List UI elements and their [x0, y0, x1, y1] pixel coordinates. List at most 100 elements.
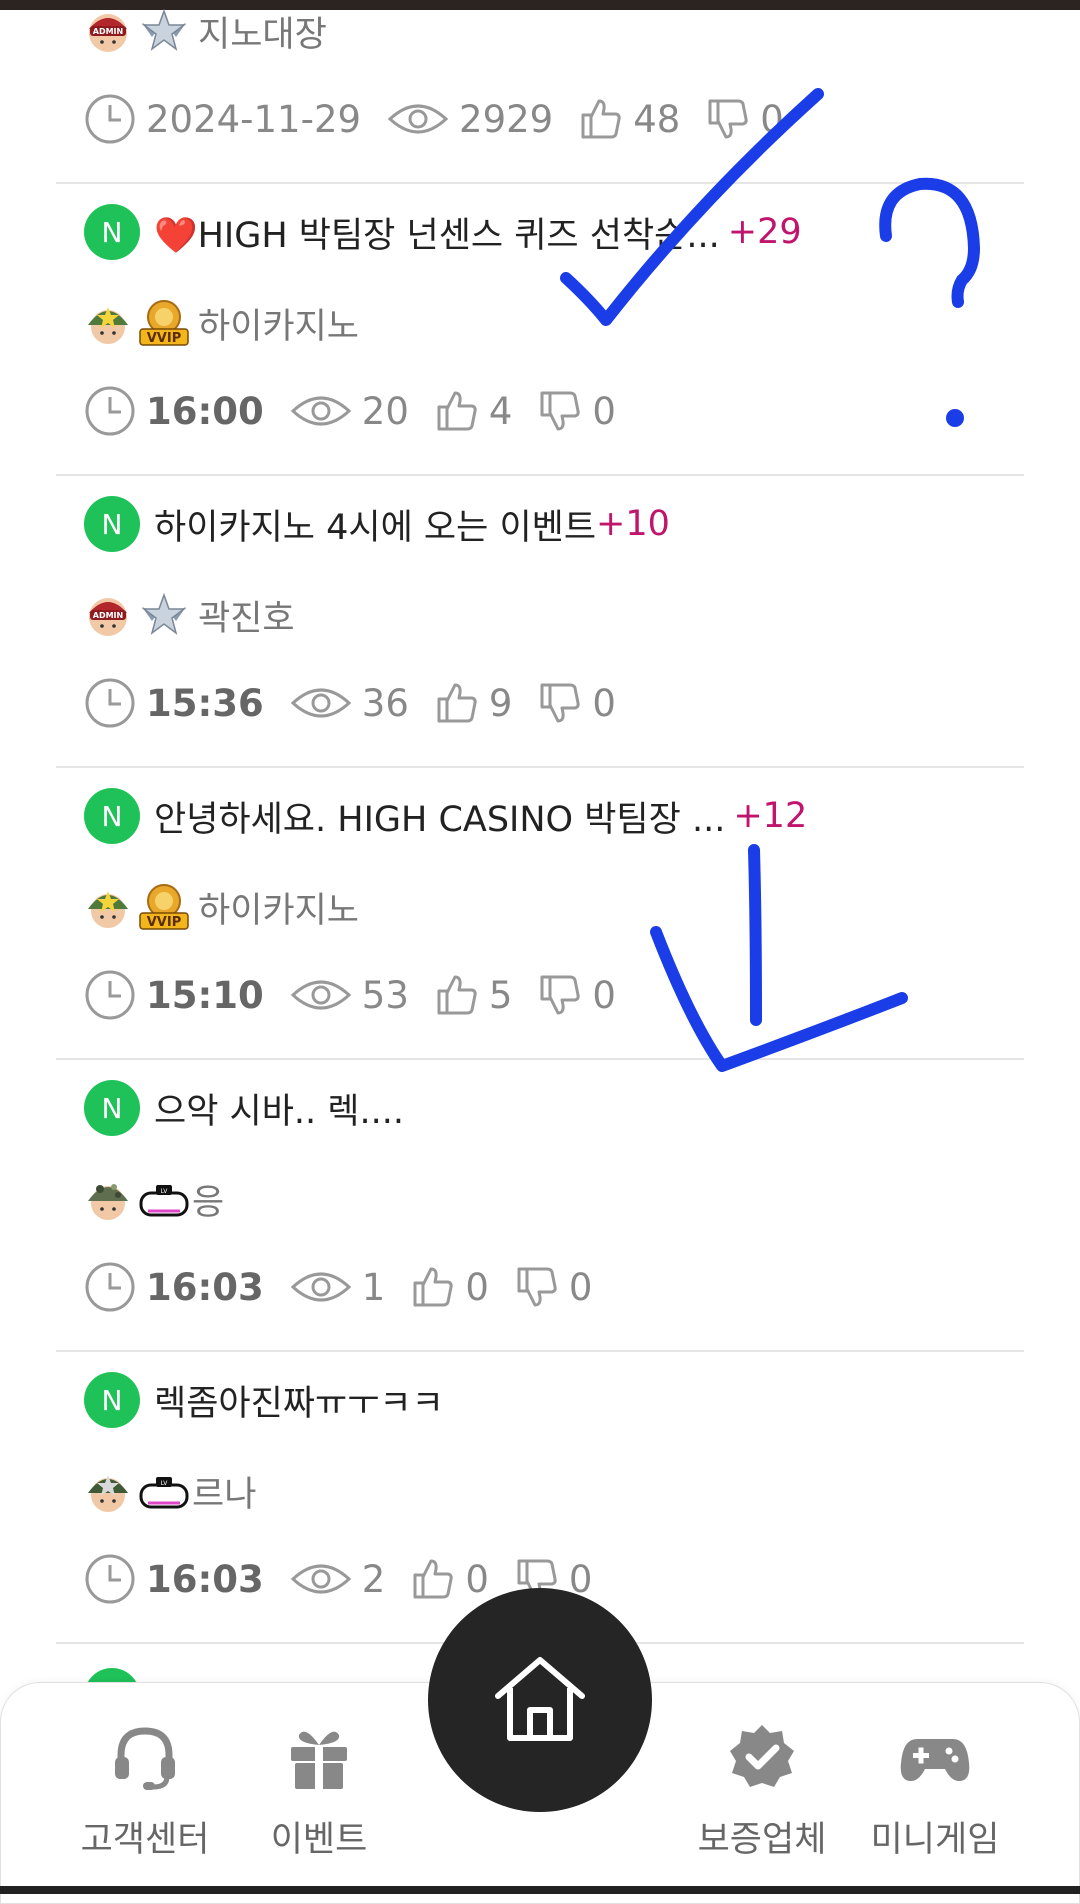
like-count: 0: [465, 1265, 489, 1309]
time-meta: 16:03: [84, 1261, 264, 1313]
comment-count: +29: [727, 212, 802, 252]
dislikes-meta[interactable]: 0: [538, 389, 616, 433]
post-meta: 15:36 36 9 0: [84, 673, 642, 733]
author-name[interactable]: 르나: [192, 1466, 256, 1517]
post-item[interactable]: N 하이카지노 4시에 오는 이벤트 +10 ADMIN 곽진호 15:36 3…: [56, 474, 1024, 768]
home-icon: [495, 1657, 585, 1741]
likes-meta[interactable]: 5: [435, 973, 513, 1017]
dislikes-meta[interactable]: 0: [706, 97, 784, 141]
camo-helmet-icon: [88, 1184, 128, 1220]
post-time: 16:03: [146, 1557, 264, 1601]
post-title-row[interactable]: N 렉좀아진짜ㅠㅜㅋㅋ: [84, 1372, 444, 1428]
likes-meta[interactable]: 9: [435, 681, 512, 725]
dislike-count: 0: [568, 1265, 593, 1309]
views-meta: 20: [290, 390, 409, 433]
post-meta: 16:03 1 0 0: [84, 1257, 618, 1317]
like-count: 0: [465, 1557, 489, 1601]
eye-icon: [290, 1564, 351, 1594]
post-item[interactable]: N 으악 시바.. 렉.... LV 응 16:03 1 0 0: [56, 1058, 1024, 1352]
dislikes-meta[interactable]: 0: [515, 1265, 593, 1309]
svg-text:ADMIN: ADMIN: [93, 27, 123, 36]
thumbs-down-icon[interactable]: [538, 389, 582, 433]
post-time: 16:03: [146, 1265, 264, 1309]
view-count: 2929: [459, 97, 554, 141]
nav-verified[interactable]: 보증업체: [682, 1721, 842, 1862]
nav-customer-center[interactable]: 고객센터: [65, 1721, 225, 1862]
thumbs-up-icon[interactable]: [411, 1265, 455, 1309]
author-name[interactable]: 지노대장: [198, 6, 327, 57]
time-meta: 15:36: [84, 677, 264, 729]
thumbs-down-icon[interactable]: [515, 1265, 559, 1309]
clock-icon: [85, 1554, 135, 1604]
views-meta: 53: [290, 974, 409, 1017]
eye-icon: [290, 980, 351, 1010]
views-meta: 36: [290, 682, 409, 725]
lv-badge-icon: LV: [139, 1185, 189, 1217]
author-name[interactable]: 하이카지노: [198, 882, 359, 933]
thumbs-up-icon[interactable]: [435, 681, 479, 725]
views-meta: 2: [290, 1557, 386, 1601]
dislikes-meta[interactable]: 0: [538, 681, 616, 725]
clock-icon: [85, 1262, 135, 1312]
post-item[interactable]: N 안녕하세요. HIGH CASINO 박팀장 ... +12 VVIP 하이…: [56, 766, 1024, 1060]
thumbs-up-icon[interactable]: [435, 973, 479, 1017]
post-title-row[interactable]: N 안녕하세요. HIGH CASINO 박팀장 ... +12: [84, 788, 807, 844]
post-item[interactable]: N ❤️HIGH 박팀장 넌센스 퀴즈 선착순... +29 VVIP 하이카지…: [56, 182, 1024, 476]
dislike-count: 0: [760, 97, 784, 141]
post-title[interactable]: 렉좀아진짜ㅠㅜㅋㅋ: [154, 1375, 444, 1426]
post-title[interactable]: 으악 시바.. 렉....: [154, 1083, 404, 1134]
likes-meta[interactable]: 4: [435, 389, 512, 433]
post-item[interactable]: ADMIN 지노대장 2024-11-29 2929 48 0: [56, 0, 1024, 184]
nav-events[interactable]: 이벤트: [239, 1721, 399, 1862]
post-title-row[interactable]: N 으악 시바.. 렉....: [84, 1080, 404, 1136]
home-button[interactable]: [428, 1588, 652, 1812]
view-count: 2: [361, 1557, 386, 1601]
author-name[interactable]: 하이카지노: [198, 298, 359, 349]
nav-label: 보증업체: [697, 1820, 827, 1860]
nav-label: 미니게임: [870, 1820, 1000, 1860]
clock-icon: [85, 94, 135, 144]
post-meta: 16:00 20 4 0: [84, 381, 642, 441]
post-time: 15:36: [146, 681, 264, 725]
thumbs-down-icon[interactable]: [538, 973, 582, 1017]
post-meta: 15:10 53 5 0: [84, 965, 642, 1025]
admin-badge-icon: ADMIN: [89, 14, 127, 52]
winged-star-badge-icon: [141, 592, 187, 635]
author-row: ADMIN 곽진호: [84, 587, 295, 643]
thumbs-down-icon[interactable]: [706, 97, 750, 141]
nav-label: 고객센터: [80, 1820, 210, 1860]
post-title-row[interactable]: N 하이카지노 4시에 오는 이벤트 +10: [84, 496, 670, 552]
time-meta: 2024-11-29: [84, 93, 361, 145]
likes-meta[interactable]: 0: [411, 1557, 489, 1601]
post-title[interactable]: 하이카지노 4시에 오는 이벤트: [154, 499, 596, 550]
post-title-row[interactable]: N ❤️HIGH 박팀장 넌센스 퀴즈 선착순... +29: [84, 204, 802, 260]
author-name[interactable]: 곽진호: [198, 590, 295, 641]
eye-icon: [387, 104, 449, 134]
bottom-edge: [0, 1886, 1080, 1894]
author-name[interactable]: 응: [192, 1174, 224, 1225]
svg-text:LV: LV: [161, 1188, 169, 1195]
thumbs-up-icon[interactable]: [411, 1557, 455, 1601]
thumbs-up-icon[interactable]: [435, 389, 479, 433]
nav-label: 이벤트: [270, 1820, 368, 1860]
post-title[interactable]: ❤️HIGH 박팀장 넌센스 퀴즈 선착순...: [154, 207, 720, 258]
thumbs-up-icon[interactable]: [579, 97, 623, 141]
likes-meta[interactable]: 48: [579, 97, 680, 141]
likes-meta[interactable]: 0: [411, 1265, 489, 1309]
author-row: LV 응: [84, 1171, 224, 1227]
author-row: VVIP 하이카지노: [84, 295, 359, 351]
view-count: 20: [361, 389, 409, 433]
author-row: ADMIN 지노대장: [84, 3, 327, 59]
view-count: 53: [361, 973, 409, 1017]
like-count: 5: [488, 973, 513, 1017]
thumbs-down-icon[interactable]: [538, 681, 582, 725]
dislikes-meta[interactable]: 0: [538, 973, 616, 1017]
nav-minigame[interactable]: 미니게임: [855, 1721, 1015, 1862]
new-badge: N: [84, 204, 140, 260]
post-title[interactable]: 안녕하세요. HIGH CASINO 박팀장 ...: [154, 791, 725, 842]
new-badge: N: [84, 1372, 140, 1428]
comment-count: +12: [733, 796, 808, 836]
like-count: 48: [633, 97, 681, 141]
eye-icon: [290, 688, 351, 718]
eye-icon: [290, 396, 351, 426]
